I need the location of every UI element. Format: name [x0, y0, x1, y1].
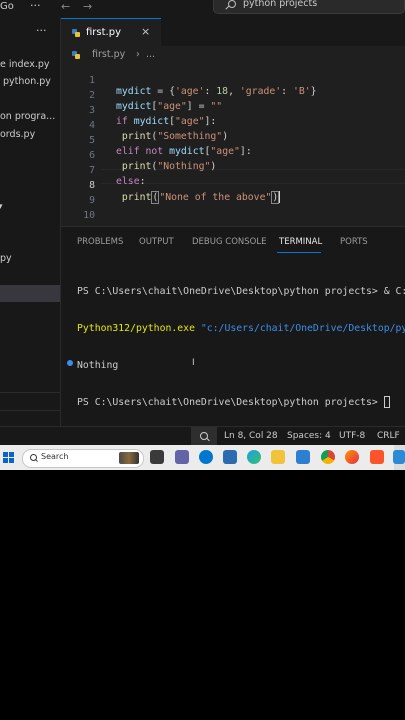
title-bar: Go ··· ← → python projects [0, 0, 405, 18]
zoom-icon [200, 432, 208, 440]
taskbar-search-text: Search [41, 452, 69, 461]
sidebar-item-words[interactable]: ords.py [0, 129, 35, 140]
photos-icon[interactable] [296, 450, 310, 464]
windows-start-icon[interactable] [3, 452, 14, 463]
sidebar-item-index[interactable]: e index.py [0, 59, 50, 70]
brave-icon[interactable] [370, 450, 384, 464]
status-bar: Ln 8, Col 28 Spaces: 4 UTF-8 CRLF [0, 426, 405, 446]
cursor-position[interactable]: Ln 8, Col 28 [224, 431, 278, 441]
sidebar-selected-row[interactable] [0, 285, 60, 302]
code-line: 3 if mydict["age"]: [61, 94, 405, 127]
terminal-output[interactable]: PS C:\Users\chait\OneDrive\Desktop\pytho… [77, 262, 405, 432]
folder-icon[interactable] [271, 450, 285, 464]
teams-icon[interactable] [175, 450, 189, 464]
mouse-ibeam-cursor: I [192, 358, 195, 368]
taskbar-search[interactable]: Search [22, 449, 144, 468]
menu-go[interactable]: Go [0, 1, 14, 12]
breadcrumb-more[interactable]: ... [146, 49, 155, 60]
code-line: 7 else: [61, 154, 405, 187]
search-highlight-image [119, 452, 139, 464]
search-text: python projects [243, 0, 318, 9]
terminal-line: Python312/python.exe "c:/Users/chait/One… [77, 323, 405, 334]
task-view-icon[interactable] [150, 450, 164, 464]
command-center-search[interactable]: python projects [213, 0, 405, 14]
tab-terminal[interactable]: TERMINAL [279, 237, 322, 247]
chrome-icon[interactable] [321, 450, 335, 464]
editor-area: first.py × first.py › ... 1 mydict = {'a… [61, 18, 405, 226]
tab-ports[interactable]: PORTS [340, 237, 368, 247]
active-tab-indicator [277, 252, 321, 253]
python-file-icon [72, 51, 80, 59]
encoding[interactable]: UTF-8 [339, 431, 365, 441]
edge-icon[interactable] [247, 450, 261, 464]
chevron-down-icon[interactable]: ▾ [0, 202, 3, 212]
code-line: 4 print("Something") [61, 109, 405, 142]
explorer-more-icon[interactable]: ··· [36, 24, 47, 37]
vscode-icon[interactable] [393, 450, 405, 464]
store-icon[interactable] [223, 450, 237, 464]
sidebar-item-py[interactable]: py [0, 253, 12, 264]
screen: Go ··· ← → python projects ··· e index.p… [0, 0, 405, 470]
line-ending[interactable]: CRLF [377, 431, 400, 441]
menu-more-icon[interactable]: ··· [30, 0, 41, 12]
tab-output[interactable]: OUTPUT [139, 237, 174, 247]
tab-label: first.py [86, 27, 121, 38]
indentation[interactable]: Spaces: 4 [287, 431, 331, 441]
command-decoration-dot[interactable] [67, 360, 73, 366]
search-icon [228, 0, 236, 8]
terminal-line: PS C:\Users\chait\OneDrive\Desktop\pytho… [77, 286, 405, 297]
bottom-panel: PROBLEMS OUTPUT DEBUG CONSOLE TERMINAL P… [61, 226, 405, 427]
back-arrow-icon[interactable]: ← [61, 0, 70, 13]
breadcrumb-separator: › [136, 49, 140, 60]
breadcrumb-file[interactable]: first.py [92, 49, 125, 60]
forward-arrow-icon[interactable]: → [83, 0, 92, 13]
python-file-icon [72, 29, 80, 37]
tab-first-py[interactable]: first.py × [61, 18, 161, 47]
code-line: 6 print("Nothing") [61, 139, 405, 172]
code-line: 10 [61, 199, 405, 221]
line-number: 10 [83, 210, 95, 221]
explorer-sidebar: ··· e index.py python.py on progra... or… [0, 18, 61, 426]
close-icon[interactable]: × [141, 25, 150, 38]
terminal-line: Nothing [77, 360, 119, 371]
dell-icon[interactable] [199, 450, 213, 464]
taskbar: Search [0, 445, 405, 470]
sidebar-item-python[interactable]: python.py [3, 76, 51, 87]
tab-problems[interactable]: PROBLEMS [77, 237, 123, 247]
sidebar-item-program[interactable]: on progra... [0, 111, 55, 122]
code-line: 2 mydict["age"] = "" [61, 79, 405, 112]
terminal-cursor [383, 396, 390, 408]
code-line: 1 mydict = {'age': 18, 'grade': 'B'} [61, 64, 405, 97]
terminal-line: PS C:\Users\chait\OneDrive\Desktop\pytho… [77, 395, 405, 410]
editor-tabs: first.py × [61, 18, 405, 47]
sidebar-divider [0, 410, 60, 411]
code-line: 8 print("None of the above") [61, 169, 405, 204]
code-line: 9 [61, 184, 405, 206]
firefox-icon[interactable] [345, 450, 359, 464]
code-line: 5 elif not mydict["age"]: [61, 124, 405, 157]
sidebar-divider [0, 392, 60, 393]
search-icon [30, 454, 37, 461]
tab-debug-console[interactable]: DEBUG CONSOLE [192, 237, 266, 247]
